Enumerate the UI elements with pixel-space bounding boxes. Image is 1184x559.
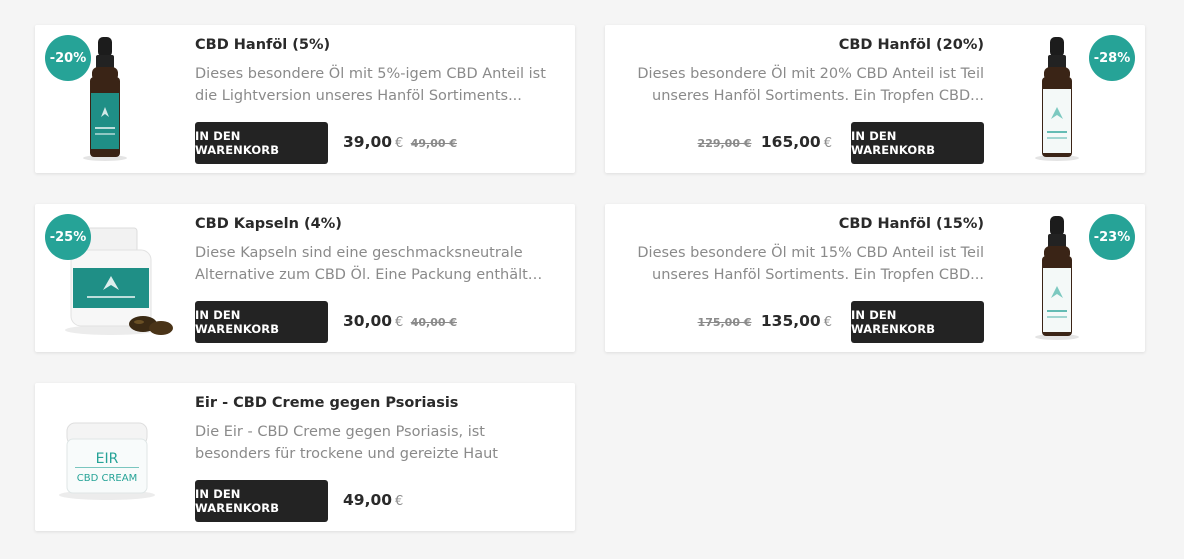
old-price: 175,00 € [697,316,752,329]
add-to-cart-button[interactable]: IN DEN WARENKORB [851,122,984,164]
old-price: 40,00 € [410,316,457,329]
add-to-cart-button[interactable]: IN DEN WARENKORB [195,122,328,164]
product-price: 39,00 € 49,00 € [343,133,457,151]
old-price: 49,00 € [410,137,457,150]
current-price: 49,00 [343,491,393,509]
product-card[interactable]: -28% CBD Hanföl (20%) Dieses besondere Ö… [605,25,1145,173]
product-title[interactable]: CBD Hanföl (15%) [839,216,984,232]
product-card[interactable]: -20% CBD Hanföl (5%) Dieses besondere Öl… [35,25,575,173]
product-title[interactable]: CBD Hanföl (20%) [839,37,984,53]
currency-symbol: € [823,136,832,151]
product-description: Die Eir - CBD Creme gegen Psoriasis, ist… [195,424,498,462]
product-card[interactable]: -25% CBD Kapseln (4%) Diese Kapseln sind… [35,204,575,352]
old-price: 229,00 € [697,137,752,150]
discount-badge: -25% [45,214,91,260]
currency-symbol: € [395,315,404,330]
add-to-cart-button[interactable]: IN DEN WARENKORB [195,301,328,343]
current-price: 165,00 [760,133,821,151]
product-card[interactable]: EIR CBD CREAM Eir - CBD Creme gegen Psor… [35,383,575,531]
discount-badge: -20% [45,35,91,81]
discount-badge: -23% [1089,214,1135,260]
product-price: 229,00 € 165,00 € [698,133,832,151]
current-price: 39,00 [343,133,393,151]
currency-symbol: € [395,136,404,151]
product-title[interactable]: Eir - CBD Creme gegen Psoriasis [195,395,458,411]
product-price: 49,00 € [343,491,403,509]
product-title[interactable]: CBD Kapseln (4%) [195,216,342,232]
discount-badge: -28% [1089,35,1135,81]
current-price: 30,00 [343,312,393,330]
product-description: Diese Kapseln sind eine geschmacksneutra… [195,245,528,283]
product-price: 30,00 € 40,00 € [343,312,457,330]
add-to-cart-button[interactable]: IN DEN WARENKORB [195,480,328,522]
product-description: Dieses besondere Öl mit 5%-igem CBD Ante… [195,66,546,104]
product-image[interactable]: EIR CBD CREAM [57,393,177,521]
currency-symbol: € [395,494,404,509]
add-to-cart-button[interactable]: IN DEN WARENKORB [851,301,984,343]
jar-label-bottom: CBD CREAM [77,473,137,484]
current-price: 135,00 [760,312,821,330]
product-description: Dieses besondere Öl mit 20% CBD Anteil i… [637,66,984,104]
product-price: 175,00 € 135,00 € [698,312,832,330]
jar-label-top: EIR [96,451,119,467]
currency-symbol: € [823,315,832,330]
product-description: Dieses besondere Öl mit 15% CBD Anteil i… [637,245,984,283]
product-card[interactable]: -23% CBD Hanföl (15%) Dieses besondere Ö… [605,204,1145,352]
product-title[interactable]: CBD Hanföl (5%) [195,37,330,53]
